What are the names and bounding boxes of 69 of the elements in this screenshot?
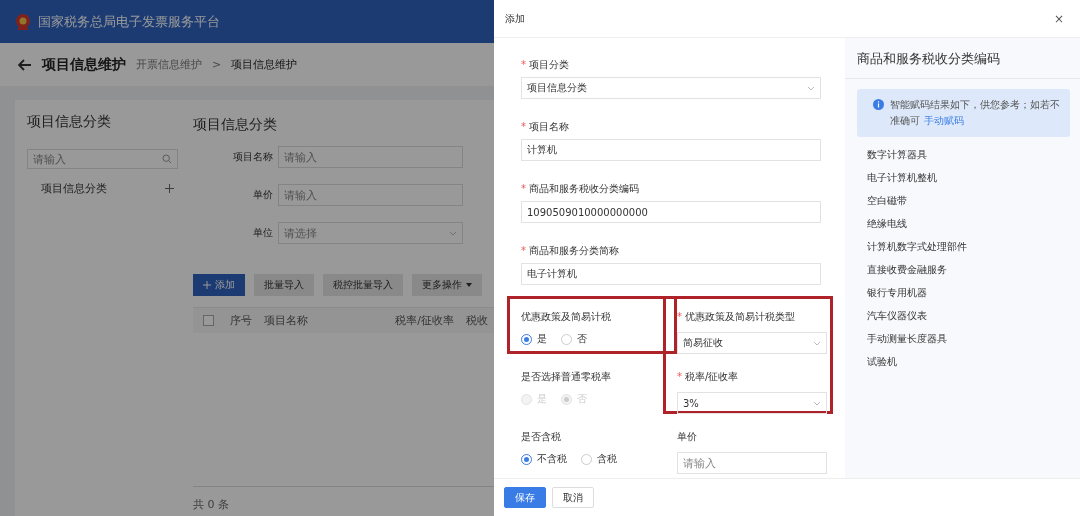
radio-option[interactable]: 不含税 — [521, 452, 567, 466]
radio-option[interactable]: 是 — [521, 332, 547, 346]
field-label: 单价 — [677, 430, 698, 444]
category-item[interactable]: 汽车仪器仪表 — [845, 304, 1080, 327]
back-arrow-icon[interactable] — [18, 58, 32, 71]
category-item[interactable]: 数字计算器具 — [845, 143, 1080, 166]
app-title: 国家税务总局电子发票服务平台 — [38, 12, 220, 31]
emblem-icon — [14, 12, 32, 31]
filter-label: 单位 — [252, 226, 273, 240]
search-icon — [162, 154, 172, 164]
close-button[interactable]: × — [1053, 11, 1064, 26]
field-label: * 优惠政策及简易计税类型 — [677, 310, 796, 324]
category-item[interactable]: 计算机数字式处理部件 — [845, 235, 1080, 258]
plus-icon — [203, 281, 211, 289]
cancel-button[interactable]: 取消 — [552, 487, 594, 508]
tree-item[interactable]: 项目信息分类 — [39, 179, 109, 198]
column-header: 税率/征收率 — [394, 313, 455, 328]
category-item[interactable]: 试验机 — [845, 350, 1080, 373]
dropdown-button[interactable]: 更多操作 — [412, 274, 482, 296]
filter-label: 项目名称 — [232, 150, 273, 164]
field-label: * 项目分类 — [521, 58, 570, 72]
category-item[interactable]: 银行专用机器 — [845, 281, 1080, 304]
breadcrumb-item: 项目信息维护 — [231, 57, 298, 72]
chevron-down-icon — [813, 340, 821, 346]
panel-title: 商品和服务税收分类编码 — [845, 38, 1080, 79]
info-icon — [873, 99, 884, 110]
breadcrumb-separator: > — [212, 58, 222, 71]
field-label: 优惠政策及简易计税 — [521, 310, 612, 324]
select-field[interactable]: 3% — [677, 392, 827, 414]
checkbox[interactable] — [203, 315, 214, 326]
add-button[interactable]: 添加 — [193, 274, 245, 296]
chevron-down-icon — [807, 85, 815, 91]
input-field[interactable]: 电子计算机 — [521, 263, 821, 285]
input-field[interactable]: 计算机 — [521, 139, 821, 161]
toolbar-button[interactable]: 批量导入 — [254, 274, 314, 296]
column-header: 项目名称 — [263, 313, 309, 328]
caret-icon — [466, 283, 472, 287]
input-field[interactable]: 请输入 — [677, 452, 827, 474]
category-item[interactable]: 电子计算机整机 — [845, 166, 1080, 189]
category-item[interactable]: 绝缘电线 — [845, 212, 1080, 235]
toolbar-button[interactable]: 税控批量导入 — [323, 274, 403, 296]
field-label: * 项目名称 — [521, 120, 570, 134]
field-label: 是否含税 — [521, 430, 562, 444]
radio-option[interactable]: 否 — [561, 332, 587, 346]
notice-text: 智能赋码结果如下，供您参考；如若不准确可 手动赋码 — [890, 98, 1061, 128]
field-label: * 商品和服务分类简称 — [521, 244, 620, 258]
field-label: * 商品和服务税收分类编码 — [521, 182, 640, 196]
column-header: 序号 — [229, 313, 253, 328]
chevron-down-icon — [449, 230, 457, 236]
category-item[interactable]: 直接收费金融服务 — [845, 258, 1080, 281]
input-field[interactable]: 1090509010000000000 — [521, 201, 821, 223]
select-field[interactable]: 简易征收 — [677, 332, 827, 354]
category-item[interactable]: 空白磁带 — [845, 189, 1080, 212]
drawer-title: 添加 — [505, 11, 525, 26]
filter-label: 单价 — [252, 188, 273, 202]
radio-option[interactable]: 含税 — [581, 452, 617, 466]
chevron-down-icon — [813, 400, 821, 406]
section-title: 项目信息分类 — [193, 116, 278, 134]
category-item[interactable]: 手动测量长度器具 — [845, 327, 1080, 350]
plus-icon[interactable] — [165, 184, 174, 193]
field-label: 是否选择普通零税率 — [521, 370, 612, 384]
column-header: 税收 — [465, 313, 489, 328]
manual-code-link[interactable]: 手动赋码 — [924, 115, 964, 126]
select-field[interactable]: 项目信息分类 — [521, 77, 821, 99]
save-button[interactable]: 保存 — [504, 487, 546, 508]
page-title: 项目信息维护 — [42, 55, 126, 74]
field-label: * 税率/征收率 — [677, 370, 740, 384]
sidebar-title: 项目信息分类 — [27, 113, 112, 131]
total-count: 共 0 条 — [193, 486, 494, 512]
